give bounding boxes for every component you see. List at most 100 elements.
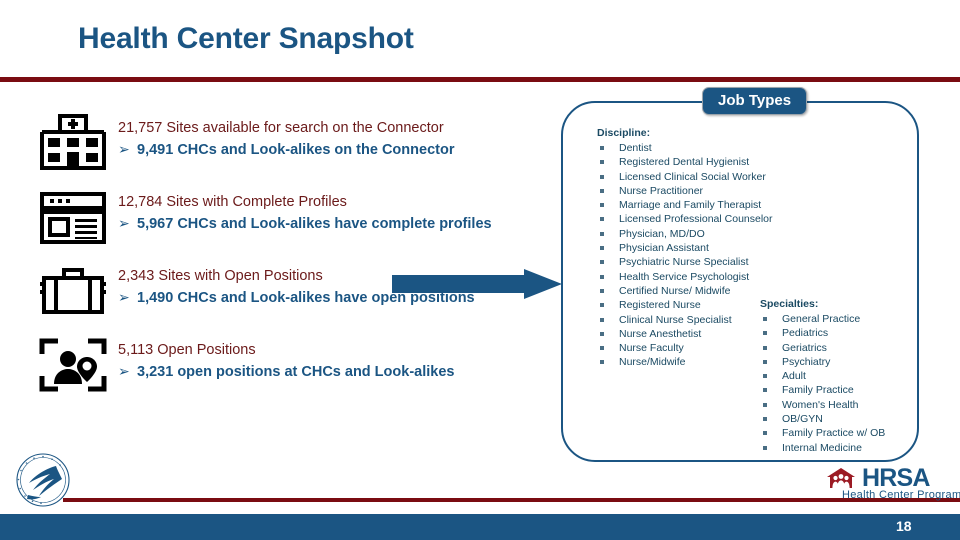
square-bullet-icon xyxy=(763,374,767,379)
list-item: Geriatrics xyxy=(760,341,885,355)
square-bullet-icon xyxy=(600,231,604,236)
square-bullet-icon xyxy=(600,288,604,293)
hrsa-program-label: Health Center Program xyxy=(842,489,960,501)
stat-row: 5,113 Open Positions ➢ 3,231 open positio… xyxy=(30,334,575,404)
stat-main-label: 12,784 Sites with Complete Profiles xyxy=(118,194,347,210)
stat-sub-label: 3,231 open positions at CHCs and Look-al… xyxy=(137,364,455,380)
list-item-label: Geriatrics xyxy=(782,341,827,354)
list-item-label: Health Service Psychologist xyxy=(619,270,750,283)
bullet-arrow-icon: ➢ xyxy=(118,215,130,231)
list-item: Nurse Anesthetist xyxy=(597,327,773,341)
list-item: Nurse Faculty xyxy=(597,341,773,355)
list-item-label: Physician Assistant xyxy=(619,242,709,255)
square-bullet-icon xyxy=(763,417,767,422)
stat-main-label: 5,113 Open Positions xyxy=(118,342,256,358)
list-item-label: Registered Dental Hygienist xyxy=(619,156,750,169)
list-item: Marriage and Family Therapist xyxy=(597,198,773,212)
list-item: OB/GYN xyxy=(760,412,885,426)
list-item-label: Adult xyxy=(782,370,806,383)
stat-main-label: 21,757 Sites available for search on the… xyxy=(118,120,444,136)
list-item: Psychiatry xyxy=(760,355,885,369)
square-bullet-icon xyxy=(763,431,767,436)
square-bullet-icon xyxy=(600,246,604,251)
square-bullet-icon xyxy=(600,260,604,265)
stat-text: 21,757 Sites available for search on the… xyxy=(118,118,568,161)
list-item-label: Dentist xyxy=(619,142,652,154)
list-item-label: Licensed Clinical Social Worker xyxy=(619,170,766,183)
square-bullet-icon xyxy=(600,274,604,279)
square-bullet-icon xyxy=(600,217,604,222)
square-bullet-icon xyxy=(600,160,604,165)
list-item-label: Nurse Anesthetist xyxy=(619,327,702,340)
square-bullet-icon xyxy=(600,203,604,208)
list-item: Pediatrics xyxy=(760,326,885,340)
bullet-arrow-icon: ➢ xyxy=(118,289,130,305)
list-item: Physician Assistant xyxy=(597,241,773,255)
square-bullet-icon xyxy=(600,303,604,308)
square-bullet-icon xyxy=(763,345,767,350)
square-bullet-icon xyxy=(763,388,767,393)
square-bullet-icon xyxy=(600,174,604,179)
right-arrow-icon xyxy=(392,269,562,299)
specialties-column: Specialties: General Practice Pediatrics… xyxy=(760,297,885,455)
list-item-label: Women's Health xyxy=(782,398,859,411)
stat-sub-label: 5,967 CHCs and Look-alikes have complete… xyxy=(137,216,492,232)
list-item: Registered Nurse xyxy=(597,298,773,312)
square-bullet-icon xyxy=(763,359,767,364)
list-item-label: Nurse/Midwife xyxy=(619,356,686,369)
square-bullet-icon xyxy=(763,445,767,450)
page-number: 18 xyxy=(896,518,912,534)
stat-row: 21,757 Sites available for search on the… xyxy=(30,112,575,182)
stat-sub-row: ➢ 9,491 CHCs and Look-alikes on the Conne… xyxy=(118,139,568,161)
discipline-list: Dentist Registered Dental Hygienist Lice… xyxy=(597,141,773,370)
list-item-label: OB/GYN xyxy=(782,413,823,426)
list-item: Licensed Clinical Social Worker xyxy=(597,170,773,184)
stat-sub-label: 9,491 CHCs and Look-alikes on the Connec… xyxy=(137,142,455,158)
stat-sub-row: ➢ 5,967 CHCs and Look-alikes have complet… xyxy=(118,213,568,235)
list-item: Adult xyxy=(760,369,885,383)
discipline-heading: Discipline: xyxy=(597,127,651,139)
list-item-label: Internal Medicine xyxy=(782,441,862,454)
list-item-label: Family Practice xyxy=(782,384,854,397)
person-location-icon xyxy=(38,336,108,394)
list-item-label: Registered Nurse xyxy=(619,299,701,312)
list-item: Registered Dental Hygienist xyxy=(597,155,773,169)
profile-page-icon xyxy=(38,188,108,246)
list-item: General Practice xyxy=(760,312,885,326)
square-bullet-icon xyxy=(600,360,604,365)
list-item-label: Licensed Professional Counselor xyxy=(619,213,773,226)
footer-bar xyxy=(0,514,960,540)
list-item-label: Clinical Nurse Specialist xyxy=(619,313,732,326)
list-item: Dentist xyxy=(597,141,773,155)
job-types-badge: Job Types xyxy=(702,87,808,115)
stat-text: 12,784 Sites with Complete Profiles ➢ 5,9… xyxy=(118,192,568,235)
list-item: Family Practice xyxy=(760,383,885,397)
list-item: Nurse/Midwife xyxy=(597,355,773,369)
list-item: Psychiatric Nurse Specialist xyxy=(597,255,773,269)
list-item-label: Psychiatry xyxy=(782,355,831,368)
list-item: Certified Nurse/ Midwife xyxy=(597,284,773,298)
hospital-building-icon xyxy=(38,114,108,172)
hrsa-name: HRSA xyxy=(862,464,930,492)
list-item: Family Practice w/ OB xyxy=(760,426,885,440)
specialties-list: General Practice Pediatrics Geriatrics P… xyxy=(760,312,885,455)
stat-sub-row: ➢ 3,231 open positions at CHCs and Look-a… xyxy=(118,361,568,383)
page-title: Health Center Snapshot xyxy=(78,22,414,55)
discipline-column: Discipline: Dentist Registered Dental Hy… xyxy=(597,126,773,370)
hrsa-logo: HRSA Health Center Program xyxy=(820,464,960,502)
list-item-label: Certified Nurse/ Midwife xyxy=(619,284,731,297)
list-item-label: Psychiatric Nurse Specialist xyxy=(619,256,749,269)
square-bullet-icon xyxy=(763,402,767,407)
list-item: Licensed Professional Counselor xyxy=(597,212,773,226)
list-item-label: Physician, MD/DO xyxy=(619,227,705,240)
square-bullet-icon xyxy=(600,188,604,193)
briefcase-icon xyxy=(38,262,108,320)
slide: Health Center Snapshot 21,757 Sites avai… xyxy=(0,0,960,540)
list-item: Physician, MD/DO xyxy=(597,227,773,241)
square-bullet-icon xyxy=(600,346,604,351)
bullet-arrow-icon: ➢ xyxy=(118,363,130,379)
square-bullet-icon xyxy=(600,146,604,150)
specialties-heading: Specialties: xyxy=(760,298,819,310)
list-item-label: Marriage and Family Therapist xyxy=(619,199,762,212)
hrsa-house-icon xyxy=(826,467,856,489)
